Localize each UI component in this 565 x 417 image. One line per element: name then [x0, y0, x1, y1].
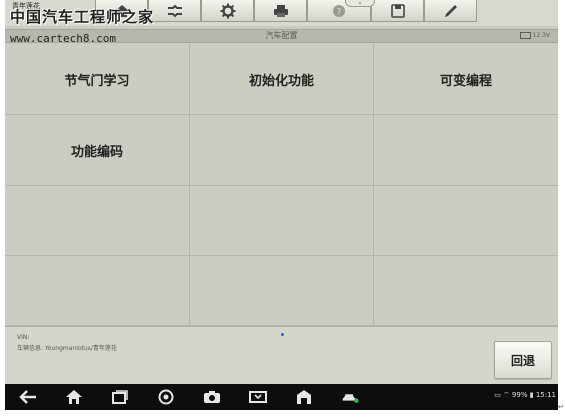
edit-button[interactable]	[424, 0, 477, 22]
back-arrow-icon[interactable]	[19, 389, 37, 405]
empty-cell	[5, 256, 190, 326]
empty-cell	[190, 256, 374, 326]
battery-percent: 99%	[511, 391, 528, 399]
function-initialization[interactable]: 初始化功能	[190, 44, 374, 115]
save-icon	[390, 3, 405, 18]
paragraph-mark-icon: ↵	[558, 403, 564, 411]
empty-cell	[374, 256, 558, 326]
home-nav-icon[interactable]	[65, 389, 83, 405]
svg-text:?: ?	[337, 7, 341, 16]
battery-status-icon: ▮	[529, 391, 534, 399]
function-coding[interactable]: 功能编码	[5, 115, 190, 186]
clock: 15:11	[535, 391, 556, 399]
empty-cell	[190, 186, 374, 256]
vehicle-info-panel: VIN: 车辆信息: Youngmanlotus/青年莲花 回退	[5, 326, 558, 384]
page-indicator-dot	[281, 333, 284, 336]
battery-voltage: 12.3V	[532, 32, 550, 39]
function-variable-programming[interactable]: 可变编程	[374, 44, 558, 115]
function-grid: 节气门学习 初始化功能 可变编程 功能编码	[5, 44, 558, 326]
android-nav-bar: ▭ ⌔ 99% ▮ 15:11	[5, 384, 558, 410]
print-button[interactable]	[254, 0, 307, 22]
back-button[interactable]: 回退	[494, 341, 552, 379]
chevron-down-icon[interactable]: ⌄	[345, 0, 375, 7]
garage-icon[interactable]	[295, 389, 313, 405]
vin-label: VIN:	[17, 334, 30, 341]
watermark-title: 中国汽车工程师之家	[10, 8, 155, 26]
connector-icon	[166, 4, 184, 18]
app-screen: ? ⌄ 汽车配置 12.3V 节气门学习 初始化功能 可变编程 功能编码 VIN…	[5, 0, 558, 410]
empty-cell	[5, 186, 190, 256]
empty-cell	[374, 186, 558, 256]
status-bar: ▭ ⌔ 99% ▮ 15:11	[494, 391, 556, 400]
wifi-icon: ⌔	[503, 391, 510, 399]
empty-cell	[374, 115, 558, 186]
browser-icon[interactable]	[157, 389, 175, 405]
connector-button[interactable]	[148, 0, 201, 22]
battery-icon	[519, 32, 531, 39]
pen-icon	[443, 4, 459, 18]
empty-cell	[190, 115, 374, 186]
save-button[interactable]	[371, 0, 424, 22]
vehicle-connection-icon[interactable]	[341, 389, 359, 405]
camera-icon[interactable]	[203, 389, 221, 405]
vehicle-info: 车辆信息: Youngmanlotus/青年莲花	[17, 345, 117, 352]
printer-icon	[273, 4, 289, 18]
function-throttle-learning[interactable]: 节气门学习	[5, 44, 190, 115]
help-icon: ?	[332, 4, 346, 18]
recent-apps-icon[interactable]	[111, 389, 129, 405]
screen-capture-icon[interactable]	[249, 389, 267, 405]
settings-button[interactable]	[201, 0, 254, 22]
watermark-url: www.cartech8.com	[10, 32, 116, 45]
gear-icon	[220, 3, 236, 19]
notification-icon: ▭	[494, 391, 501, 399]
battery-indicator: 12.3V	[519, 30, 550, 42]
